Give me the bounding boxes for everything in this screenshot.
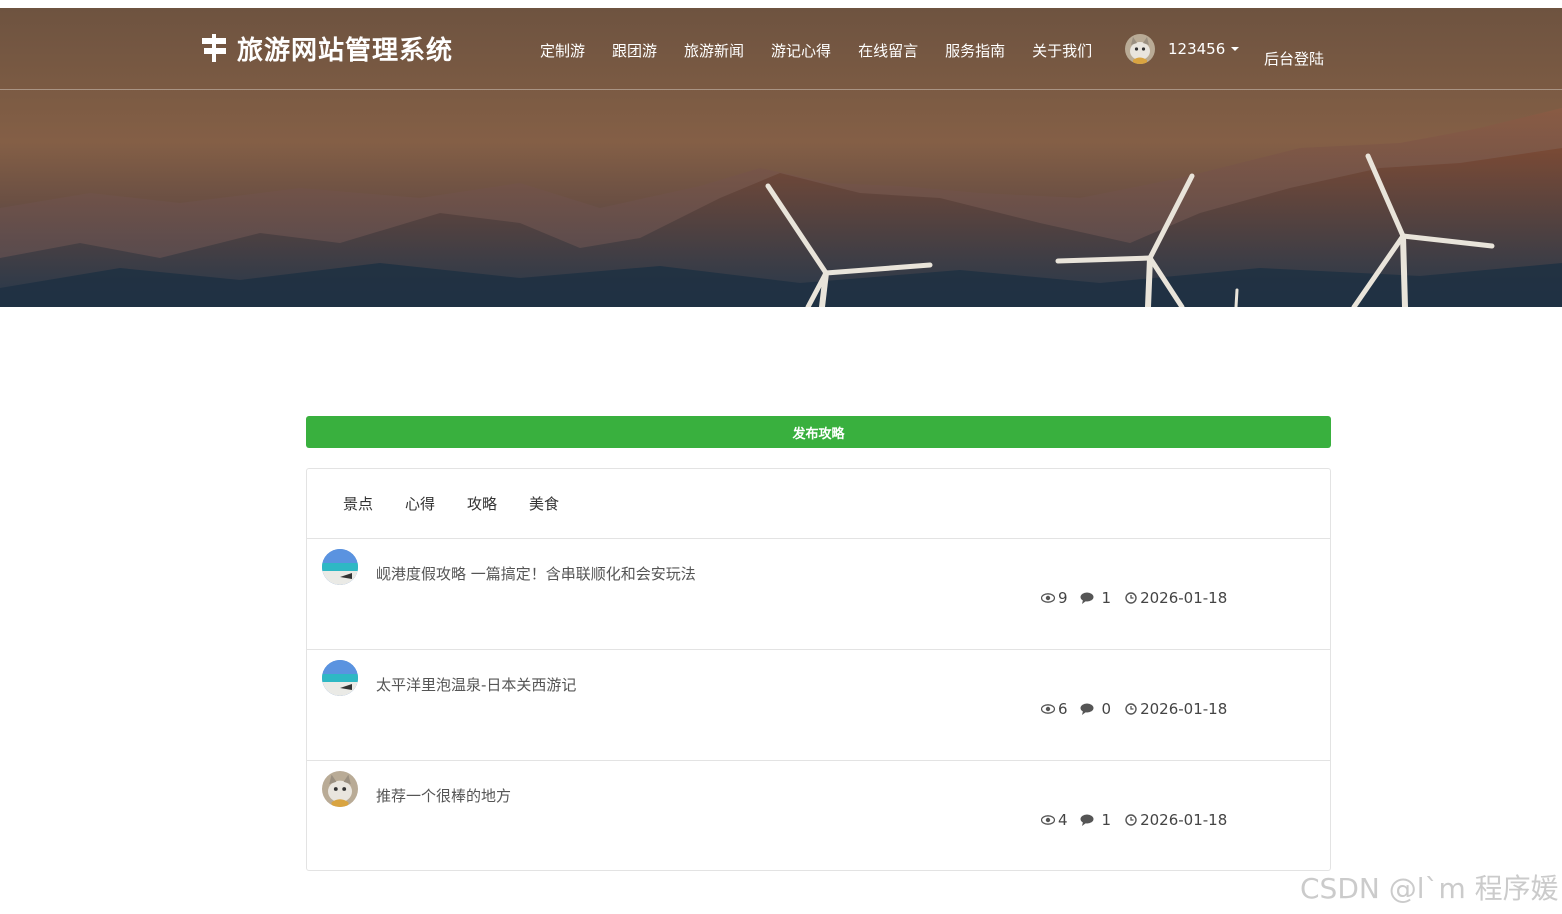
comment-icon: [1080, 592, 1094, 604]
eye-icon: [1041, 815, 1055, 825]
post-date: 2026-01-18: [1140, 811, 1228, 829]
post-date: 2026-01-18: [1140, 700, 1228, 718]
main-nav: 定制游 跟团游 旅游新闻 游记心得 在线留言 服务指南 关于我们: [540, 38, 1092, 62]
view-count: 4: [1058, 811, 1068, 829]
comment-icon: [1080, 703, 1094, 715]
view-count: 6: [1058, 700, 1068, 718]
posts-panel: 景点 心得 攻略 美食 岘港度假攻略 一篇搞定！含串联顺化和会安玩法 9 1 2…: [306, 468, 1331, 871]
post-meta: 4 1 2026-01-18: [1041, 811, 1227, 829]
nav-item-group-tour[interactable]: 跟团游: [612, 40, 657, 61]
comment-count: 0: [1101, 700, 1112, 718]
post-meta: 6 0 2026-01-18: [1041, 700, 1227, 718]
eye-icon: [1041, 704, 1055, 714]
admin-login-link[interactable]: 后台登陆: [1264, 48, 1324, 69]
clock-icon: [1125, 814, 1137, 826]
tab-scenic-spots[interactable]: 景点: [343, 493, 373, 514]
user-menu-dropdown[interactable]: 123456: [1125, 34, 1240, 64]
nav-item-travel-news[interactable]: 旅游新闻: [684, 40, 744, 61]
watermark: CSDN @l`m 程序媛: [1300, 872, 1559, 905]
avatar: [322, 660, 358, 696]
signpost-icon: [202, 34, 226, 62]
cat-avatar-icon: [1125, 34, 1155, 64]
avatar: [322, 771, 358, 807]
list-item: 太平洋里泡温泉-日本关西游记 6 0 2026-01-18: [307, 650, 1330, 761]
avatar: [322, 549, 358, 585]
nav-item-travel-notes[interactable]: 游记心得: [771, 40, 831, 61]
beach-avatar-icon: [322, 660, 358, 696]
top-navbar: 旅游网站管理系统 定制游 跟团游 旅游新闻 游记心得 在线留言 服务指南 关于我…: [0, 8, 1562, 90]
nav-item-service-guide[interactable]: 服务指南: [945, 40, 1005, 61]
comment-count: 1: [1101, 589, 1112, 607]
post-date: 2026-01-18: [1140, 589, 1228, 607]
post-title[interactable]: 推荐一个很棒的地方: [376, 785, 511, 806]
post-title[interactable]: 太平洋里泡温泉-日本关西游记: [376, 674, 576, 695]
eye-icon: [1041, 593, 1055, 603]
top-strip: [0, 0, 1562, 8]
beach-avatar-icon: [322, 549, 358, 585]
tab-guides[interactable]: 攻略: [467, 493, 497, 514]
tab-experiences[interactable]: 心得: [405, 493, 435, 514]
list-item: 推荐一个很棒的地方 4 1 2026-01-18: [307, 761, 1330, 871]
nav-item-custom-tour[interactable]: 定制游: [540, 40, 585, 61]
username: 123456: [1168, 40, 1226, 58]
publish-guide-button[interactable]: 发布攻略: [306, 416, 1331, 448]
nav-item-online-message[interactable]: 在线留言: [858, 40, 918, 61]
caret-down-icon: [1231, 47, 1240, 51]
comment-icon: [1080, 814, 1094, 826]
comment-count: 1: [1101, 811, 1112, 829]
category-tabs: 景点 心得 攻略 美食: [307, 469, 1330, 539]
clock-icon: [1125, 703, 1137, 715]
list-item: 岘港度假攻略 一篇搞定！含串联顺化和会安玩法 9 1 2026-01-18: [307, 539, 1330, 650]
avatar: [1125, 34, 1155, 64]
clock-icon: [1125, 592, 1137, 604]
post-title[interactable]: 岘港度假攻略 一篇搞定！含串联顺化和会安玩法: [376, 563, 696, 584]
cat-avatar-icon: [322, 771, 358, 807]
hero-banner: 旅游网站管理系统 定制游 跟团游 旅游新闻 游记心得 在线留言 服务指南 关于我…: [0, 8, 1562, 307]
brand-title: 旅游网站管理系统: [237, 35, 454, 66]
nav-item-about-us[interactable]: 关于我们: [1032, 40, 1092, 61]
view-count: 9: [1058, 589, 1068, 607]
post-meta: 9 1 2026-01-18: [1041, 589, 1227, 607]
brand[interactable]: 旅游网站管理系统: [200, 30, 453, 66]
tab-food[interactable]: 美食: [529, 493, 559, 514]
